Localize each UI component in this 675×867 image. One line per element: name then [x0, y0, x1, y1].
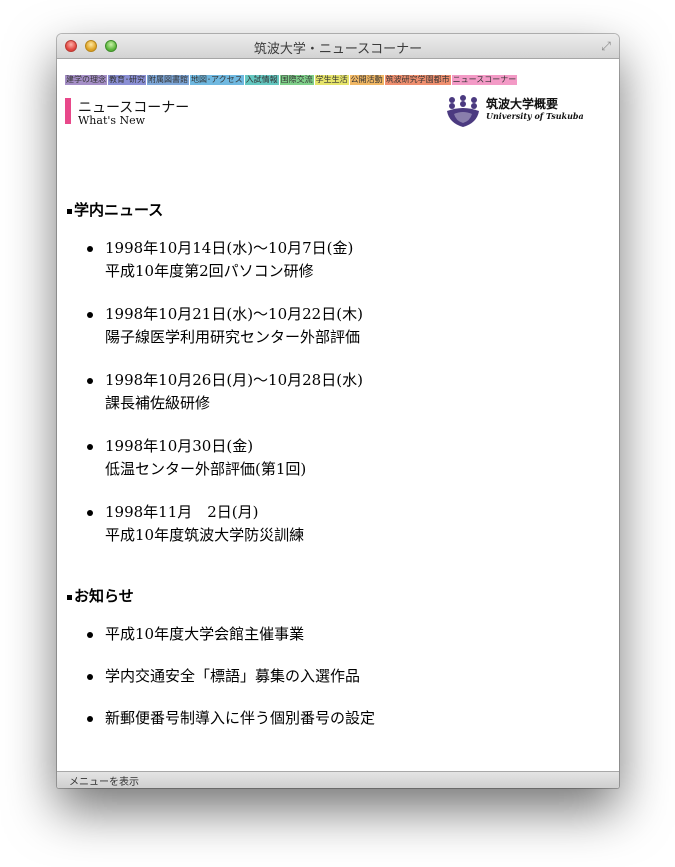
notice-item[interactable]: 学内交通安全「標語」募集の入選作品 — [87, 665, 360, 688]
bullet-icon — [87, 312, 93, 318]
logo-title: 筑波大学概要 — [486, 97, 559, 111]
browser-window: 筑波大学・ニュースコーナー ⤢ 建学の理念 教育･研究 附属図書館 地図･アクセス 入試… — [57, 34, 619, 788]
title-bar: 筑波大学・ニュースコーナー ⤢ — [57, 34, 619, 59]
nav-item-public[interactable]: 公開活動 — [349, 75, 384, 85]
news-item[interactable]: 1998年10月26日(月)〜10月28日(水) 課長補佐級研修 — [87, 369, 363, 415]
nav-item-student-life[interactable]: 学生生活 — [314, 75, 349, 85]
news-date: 1998年10月26日(月)〜10月28日(水) — [105, 371, 363, 389]
status-bar: メニューを表示 — [57, 771, 619, 788]
notices-heading: お知らせ — [67, 585, 134, 606]
bullet-icon — [87, 444, 93, 450]
bullet-icon — [87, 632, 93, 638]
nav-item-science-city[interactable]: 筑波研究学園都市 — [384, 75, 451, 85]
header-accent-bar — [65, 98, 71, 124]
bullet-icon — [87, 716, 93, 722]
square-bullet-icon — [67, 208, 72, 214]
news-title[interactable]: 課長補佐級研修 — [105, 392, 363, 415]
fullscreen-icon[interactable]: ⤢ — [599, 39, 613, 53]
nav-item-news[interactable]: ニュースコーナー — [451, 75, 518, 85]
news-item[interactable]: 1998年10月21日(水)〜10月22日(木) 陽子線医学利用研究センター外部評… — [87, 303, 363, 349]
status-text: メニューを表示 — [69, 777, 139, 788]
campus-news-heading: 学内ニュース — [67, 199, 163, 220]
news-date: 1998年10月21日(水)〜10月22日(木) — [105, 305, 363, 323]
nav-item-philosophy[interactable]: 建学の理念 — [65, 75, 107, 85]
nav-item-international[interactable]: 国際交流 — [279, 75, 314, 85]
news-title[interactable]: 平成10年度第2回パソコン研修 — [105, 260, 353, 283]
square-bullet-icon — [67, 594, 72, 600]
bullet-icon — [87, 674, 93, 680]
notice-item[interactable]: 平成10年度大学会館主催事業 — [87, 623, 304, 646]
nav-item-library[interactable]: 附属図書館 — [147, 75, 189, 85]
page-content: 建学の理念 教育･研究 附属図書館 地図･アクセス 入試情報 国際交流 学生生活 公開活動 筑波… — [57, 59, 619, 772]
notice-title[interactable]: 平成10年度大学会館主催事業 — [105, 623, 304, 646]
news-title[interactable]: 陽子線医学利用研究センター外部評価 — [105, 326, 363, 349]
nav-bar: 建学の理念 教育･研究 附属図書館 地図･アクセス 入試情報 国際交流 学生生活 公開活動 筑波… — [65, 67, 518, 86]
nav-item-education[interactable]: 教育･研究 — [108, 75, 146, 85]
notice-title[interactable]: 新郵便番号制導入に伴う個別番号の設定 — [105, 707, 375, 730]
nav-item-access[interactable]: 地図･アクセス — [190, 75, 244, 85]
news-date: 1998年11月 2日(月) — [105, 503, 259, 521]
news-item[interactable]: 1998年11月 2日(月) 平成10年度筑波大学防災訓練 — [87, 501, 304, 547]
university-logo[interactable]: 筑波大学概要 University of Tsukuba — [444, 94, 584, 134]
bullet-icon — [87, 378, 93, 384]
nav-item-admissions[interactable]: 入試情報 — [244, 75, 279, 85]
news-title[interactable]: 低温センター外部評価(第1回) — [105, 458, 306, 481]
news-item[interactable]: 1998年10月30日(金) 低温センター外部評価(第1回) — [87, 435, 306, 481]
window-title: 筑波大学・ニュースコーナー — [253, 42, 423, 57]
logo-subtitle: University of Tsukuba — [486, 111, 584, 121]
bullet-icon — [87, 246, 93, 252]
news-item[interactable]: 1998年10月14日(水)〜10月7日(金) 平成10年度第2回パソコン研修 — [87, 237, 353, 283]
notice-title[interactable]: 学内交通安全「標語」募集の入選作品 — [105, 665, 360, 688]
news-title[interactable]: 平成10年度筑波大学防災訓練 — [105, 524, 304, 547]
page-subtitle: What's New — [78, 114, 146, 127]
notice-item[interactable]: 新郵便番号制導入に伴う個別番号の設定 — [87, 707, 375, 730]
news-date: 1998年10月30日(金) — [105, 437, 254, 455]
news-date: 1998年10月14日(水)〜10月7日(金) — [105, 239, 354, 257]
bullet-icon — [87, 510, 93, 516]
paulownia-crest-icon — [447, 95, 479, 127]
